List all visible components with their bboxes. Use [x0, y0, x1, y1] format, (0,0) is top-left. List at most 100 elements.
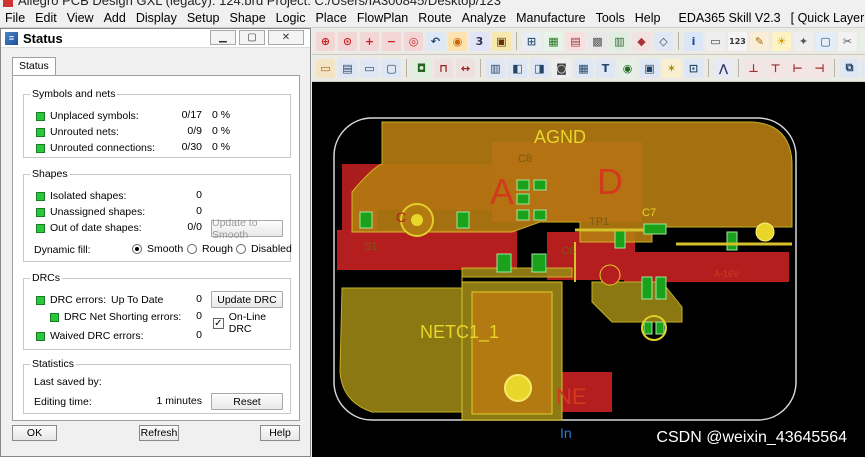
update-to-smooth-button[interactable]: Update to Smooth [211, 217, 283, 241]
radio-disabled[interactable]: Disabled [236, 243, 292, 255]
status-led-icon [36, 295, 45, 305]
connect-icon[interactable]: ⊥ [744, 58, 763, 78]
drill-hole [755, 222, 775, 242]
route-icon[interactable]: ⋀ [714, 58, 733, 78]
help-button[interactable]: Help [260, 425, 300, 441]
mirror-icon[interactable]: ◧ [508, 58, 527, 78]
pin-icon[interactable]: ✦ [794, 31, 813, 51]
group-statistics: Statistics Last saved by: Editing time: … [23, 358, 291, 414]
group-icon[interactable]: ▣ [640, 58, 659, 78]
label-in: In [560, 425, 572, 441]
zoom-points-icon[interactable]: ⊕ [316, 31, 335, 51]
fanout-icon[interactable]: ⊢ [788, 58, 807, 78]
component-icon[interactable]: ▦ [574, 58, 593, 78]
align-icon[interactable]: ⊓ [434, 58, 453, 78]
dimming-icon[interactable]: ▥ [610, 31, 629, 51]
star-icon[interactable]: ✶ [662, 58, 681, 78]
grid-icon[interactable]: ⊞ [522, 31, 541, 51]
measure-icon[interactable]: ▭ [706, 31, 725, 51]
tab-status[interactable]: Status [12, 57, 56, 75]
light-icon[interactable]: ☀ [772, 31, 791, 51]
copy-icon[interactable]: ⧉ [840, 58, 859, 78]
menu-file[interactable]: File [0, 11, 30, 25]
online-drc-checkbox[interactable]: ✓ On-Line DRC [213, 311, 290, 335]
menu-route[interactable]: Route [413, 11, 456, 25]
radio-rough[interactable]: Rough [187, 243, 233, 255]
text-icon[interactable]: T [596, 58, 615, 78]
status-title-bar[interactable]: ≡ Status ▁ ▢ ✕ [1, 29, 310, 48]
pcb-canvas[interactable]: AGND NETC1_1 C8 C7 TP1 In A D NE A-16V S… [312, 82, 865, 457]
menu-setup[interactable]: Setup [182, 11, 225, 25]
waived-drc-label: Waived DRC errors: [50, 330, 144, 342]
menu-tools[interactable]: Tools [591, 11, 630, 25]
radio-smooth[interactable]: Smooth [132, 243, 183, 255]
camera-icon[interactable]: ◙ [552, 58, 571, 78]
shape-edit-icon[interactable]: ▢ [382, 58, 401, 78]
highlight-icon[interactable]: ◆ [632, 31, 651, 51]
refresh-button[interactable]: Refresh [139, 425, 179, 441]
number-icon[interactable]: 123 [728, 31, 747, 51]
update-drc-button[interactable]: Update DRC [211, 291, 283, 308]
rotate-icon[interactable]: ▥ [486, 58, 505, 78]
label-tp1: TP1 [589, 216, 609, 228]
layer-visibility-icon[interactable]: ▦ [544, 31, 563, 51]
info-icon[interactable]: i [684, 31, 703, 51]
zoom-fit-icon[interactable]: ⊙ [338, 31, 357, 51]
menu-help[interactable]: Help [630, 11, 666, 25]
place-icon[interactable]: ▧ [860, 31, 865, 51]
maximize-button[interactable]: ▢ [239, 30, 265, 45]
via-icon[interactable]: ◉ [618, 58, 637, 78]
menu-logic[interactable]: Logic [271, 11, 311, 25]
zoom-world-icon[interactable]: ◎ [404, 31, 423, 51]
toolbar-separator [708, 59, 709, 77]
3d-view-icon[interactable]: 3 [470, 31, 489, 51]
label-a16v: A-16V [714, 269, 739, 279]
menu-view[interactable]: View [62, 11, 99, 25]
save-icon[interactable]: ▤ [338, 58, 357, 78]
menu-shape[interactable]: Shape [225, 11, 271, 25]
ok-button[interactable]: OK [12, 425, 57, 441]
dimension-icon[interactable]: ↔ [456, 58, 475, 78]
color-icon[interactable]: ▤ [566, 31, 585, 51]
swap-icon[interactable]: ◨ [530, 58, 549, 78]
snapshot-icon[interactable]: ◘ [412, 58, 431, 78]
zoom-out-icon[interactable]: − [382, 31, 401, 51]
menu-quick-layer[interactable]: [ Quick Layer ] [786, 11, 865, 25]
pad [533, 179, 547, 191]
status-title: Status [23, 30, 63, 46]
drill-hole-large [504, 374, 532, 402]
menu-display[interactable]: Display [131, 11, 182, 25]
open-icon[interactable]: ▭ [316, 58, 335, 78]
menu-place[interactable]: Place [311, 11, 352, 25]
menu-edit[interactable]: Edit [30, 11, 62, 25]
slide-icon[interactable]: ⊤ [766, 58, 785, 78]
label-d-big: D [597, 161, 623, 202]
radio-disabled-label: Disabled [251, 243, 292, 255]
redraw-icon[interactable]: ◉ [448, 31, 467, 51]
ratsnest-icon[interactable]: ◇ [654, 31, 673, 51]
move-icon[interactable]: ⊡ [684, 58, 703, 78]
unrouted-connections-pct: 0 % [212, 141, 231, 153]
delete-icon[interactable]: ⊣ [810, 58, 829, 78]
cut-icon[interactable]: ✂ [838, 31, 857, 51]
brush-icon[interactable]: ✎ [750, 31, 769, 51]
zoom-in-icon[interactable]: + [360, 31, 379, 51]
group-statistics-label: Statistics [30, 358, 77, 370]
zoom-previous-icon[interactable]: ↶ [426, 31, 445, 51]
menu-add[interactable]: Add [99, 11, 131, 25]
property-icon[interactable]: ▢ [816, 31, 835, 51]
menu-eda365-skill[interactable]: EDA365 Skill V2.3 [673, 11, 785, 25]
menu-manufacture[interactable]: Manufacture [511, 11, 590, 25]
reset-button[interactable]: Reset [211, 393, 283, 410]
toolbar-view: ⊕ ⊙ + − ◎ ↶ ◉ 3 ▣ ⊞ ▦ ▤ ▩ ▥ ◆ ◇ i ▭ 123 … [312, 28, 865, 55]
menu-flowplan[interactable]: FlowPlan [352, 11, 413, 25]
isolated-shapes-label: Isolated shapes: [50, 190, 127, 202]
flip-icon[interactable]: ▣ [492, 31, 511, 51]
minimize-button[interactable]: ▁ [210, 30, 236, 45]
shape-add-icon[interactable]: ▭ [360, 58, 379, 78]
close-button[interactable]: ✕ [268, 30, 304, 45]
unrouted-connections-label: Unrouted connections: [50, 142, 156, 154]
shadow-icon[interactable]: ▩ [588, 31, 607, 51]
row-unassigned-shapes: Unassigned shapes: [36, 205, 145, 219]
menu-analyze[interactable]: Analyze [457, 11, 511, 25]
